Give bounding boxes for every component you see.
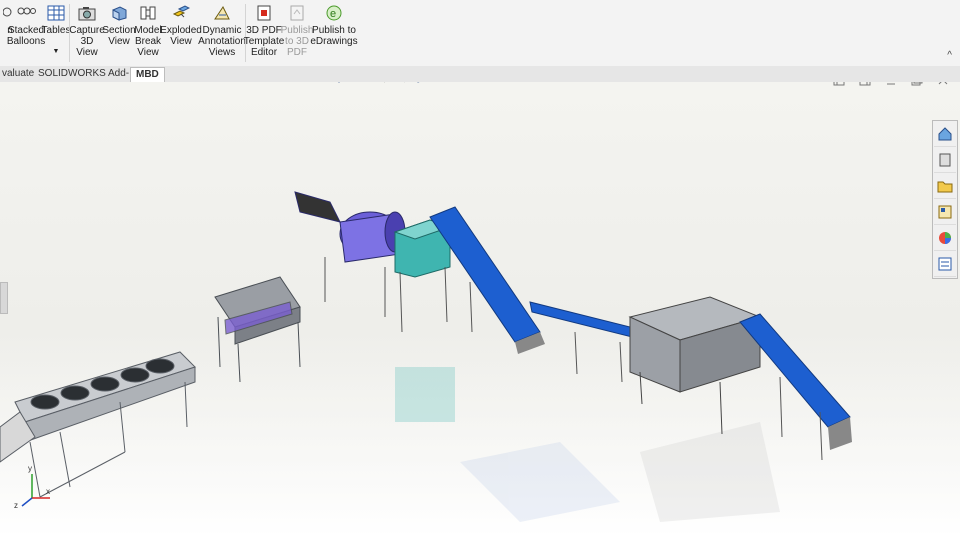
model-break-view-icon xyxy=(138,4,158,22)
teal-hopper xyxy=(393,219,452,333)
drum-washer xyxy=(294,191,406,317)
table-icon xyxy=(46,4,66,22)
commandmanager-ribbon: n Stacked Balloons Tables ▼ Capture 3D V… xyxy=(0,0,960,67)
triad-x-label: x xyxy=(46,487,50,496)
exploded-view-button[interactable]: Exploded View xyxy=(160,4,202,47)
pdf-template-icon xyxy=(254,4,274,22)
stacked-balloons-label: Stacked Balloons xyxy=(6,25,46,47)
tab-mbd[interactable]: MBD xyxy=(130,67,165,82)
publish-3d-pdf-icon xyxy=(287,4,307,22)
graphics-area[interactable]: y x z xyxy=(0,82,960,533)
design-library-icon[interactable] xyxy=(934,148,956,173)
triad-z-label: z xyxy=(14,501,18,510)
view-palette-icon[interactable] xyxy=(934,200,956,225)
publish-to-edrawings-button[interactable]: e Publish to eDrawings xyxy=(310,4,358,47)
svg-text:e: e xyxy=(330,8,336,20)
custom-properties-icon[interactable] xyxy=(934,252,956,277)
feature-tree-flyout-handle[interactable] xyxy=(0,282,8,314)
publish-to-3d-pdf-label: Publish to 3D PDF xyxy=(280,25,314,58)
3d-pdf-template-editor-label: 3D PDF Template Editor xyxy=(243,25,285,58)
collapse-ribbon-icon[interactable]: ^ xyxy=(947,50,952,61)
commandmanager-tabs: valuate SOLIDWORKS Add-Ins MBD xyxy=(0,66,960,82)
reference-triad: y x z xyxy=(14,464,50,510)
task-pane xyxy=(932,120,958,279)
tables-label: Tables xyxy=(41,25,71,36)
exploded-view-label: Exploded View xyxy=(160,25,202,47)
stacked-balloons-button[interactable]: Stacked Balloons xyxy=(6,4,46,47)
triad-y-label: y xyxy=(28,464,32,473)
dynamic-annotation-icon xyxy=(212,4,232,22)
model-break-view-label: Model Break View xyxy=(134,25,162,58)
exploded-view-icon xyxy=(171,4,191,22)
publish-to-3d-pdf-button[interactable]: Publish to 3D PDF xyxy=(280,4,314,58)
capture-3d-view-icon xyxy=(77,4,97,22)
capture-3d-view-button[interactable]: Capture 3D View xyxy=(69,4,105,58)
model-break-view-button[interactable]: Model Break View xyxy=(134,4,162,58)
section-view-button[interactable]: Section View xyxy=(102,4,136,47)
3d-pdf-template-editor-button[interactable]: 3D PDF Template Editor xyxy=(244,4,284,58)
section-view-icon xyxy=(109,4,129,22)
section-view-label: Section View xyxy=(102,25,136,47)
dynamic-annotation-views-button[interactable]: Dynamic Annotation Views xyxy=(198,4,246,58)
edrawings-icon: e xyxy=(324,4,344,22)
publish-to-edrawings-label: Publish to eDrawings xyxy=(310,25,358,47)
capture-3d-view-label: Capture 3D View xyxy=(69,25,105,58)
assembly-model[interactable] xyxy=(0,82,960,533)
dynamic-annotation-views-label: Dynamic Annotation Views xyxy=(198,25,246,58)
incline-conveyor-left xyxy=(429,206,545,354)
stacked-balloons-icon xyxy=(16,4,36,22)
tables-dropdown-icon[interactable]: ▼ xyxy=(53,46,60,57)
tables-button[interactable]: Tables ▼ xyxy=(42,4,70,57)
home-icon[interactable] xyxy=(934,122,956,147)
file-explorer-icon[interactable] xyxy=(934,174,956,199)
appearances-icon[interactable] xyxy=(934,226,956,251)
